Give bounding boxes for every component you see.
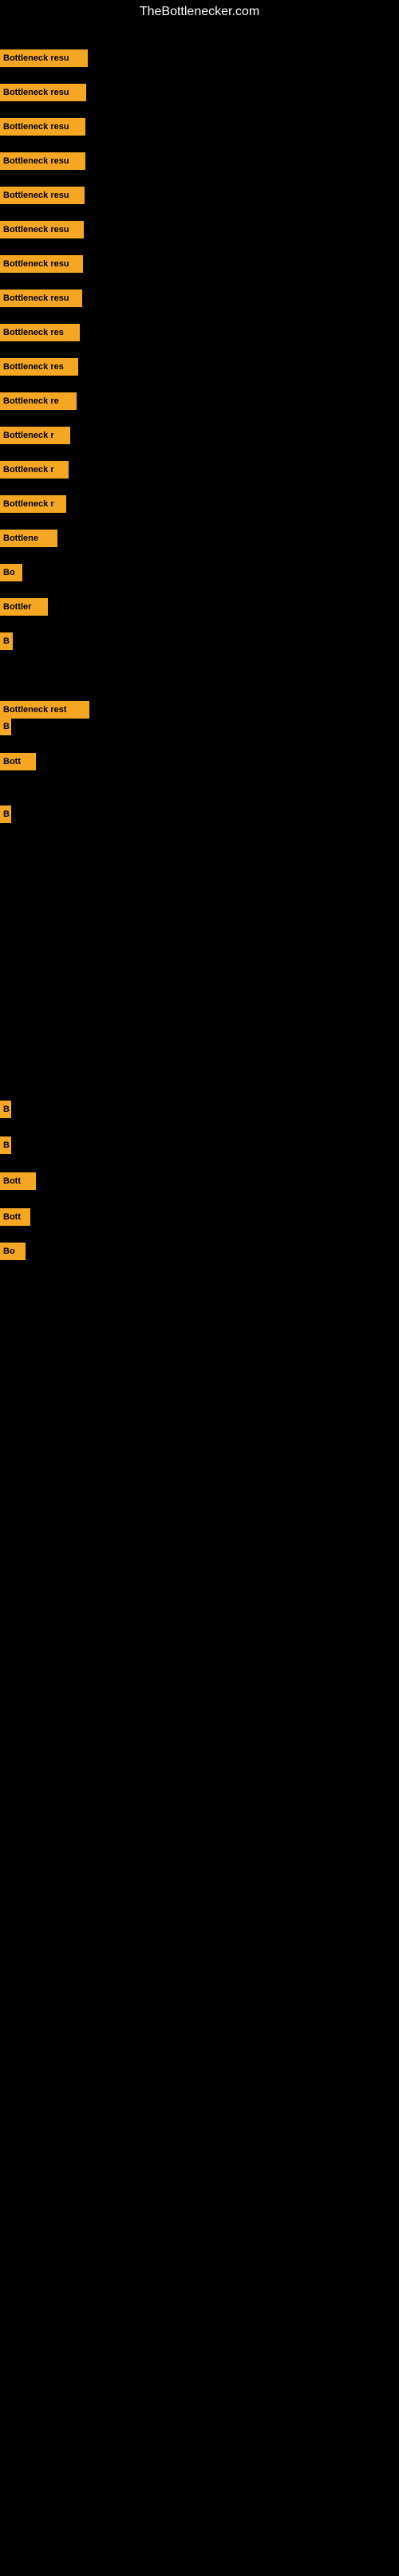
bar-label: Bottleneck resu	[0, 118, 85, 136]
bar-item: Bottlene	[0, 530, 57, 547]
bar-label: Bo	[0, 564, 22, 581]
bar-label: B	[0, 1101, 11, 1118]
bar-label: B	[0, 718, 11, 735]
bar-item: B	[0, 718, 11, 735]
bar-item: B	[0, 632, 13, 650]
site-title: TheBottlenecker.com	[0, 0, 399, 24]
bar-item: Bottleneck r	[0, 495, 66, 513]
bar-item: Bo	[0, 564, 22, 581]
bar-label: Bottleneck resu	[0, 49, 88, 67]
bar-label: Bottleneck resu	[0, 290, 82, 307]
bar-item: Bottleneck resu	[0, 255, 83, 273]
bar-label: B	[0, 632, 13, 650]
bar-label: Bo	[0, 1243, 26, 1260]
bar-item: Bottler	[0, 598, 48, 616]
bar-label: Bottleneck resu	[0, 152, 85, 170]
bar-label: Bott	[0, 1172, 36, 1190]
bar-label: Bott	[0, 1208, 30, 1226]
bar-label: Bott	[0, 753, 36, 770]
bar-item: Bottleneck res	[0, 324, 80, 341]
bar-item: B	[0, 1136, 11, 1154]
bar-item: Bott	[0, 1172, 36, 1190]
bar-item: Bottleneck r	[0, 427, 70, 444]
bar-item: Bottleneck rest	[0, 701, 89, 719]
bar-label: B	[0, 805, 11, 823]
bar-label: Bottleneck r	[0, 427, 70, 444]
bar-item: Bo	[0, 1243, 26, 1260]
bar-item: Bott	[0, 753, 36, 770]
bar-label: Bottleneck r	[0, 495, 66, 513]
bar-item: B	[0, 805, 11, 823]
bar-item: Bottleneck res	[0, 358, 78, 376]
bar-item: Bott	[0, 1208, 30, 1226]
bar-item: Bottleneck resu	[0, 290, 82, 307]
bar-label: Bottleneck r	[0, 461, 69, 479]
bar-item: B	[0, 1101, 11, 1118]
bar-item: Bottleneck re	[0, 392, 77, 410]
bar-label: Bottleneck resu	[0, 221, 84, 238]
bar-item: Bottleneck resu	[0, 152, 85, 170]
bar-label: Bottleneck resu	[0, 187, 85, 204]
bar-item: Bottleneck resu	[0, 118, 85, 136]
bar-item: Bottleneck resu	[0, 49, 88, 67]
bar-label: Bottleneck res	[0, 324, 80, 341]
bar-label: Bottleneck re	[0, 392, 77, 410]
bar-label: Bottlene	[0, 530, 57, 547]
bar-item: Bottleneck r	[0, 461, 69, 479]
bar-item: Bottleneck resu	[0, 221, 84, 238]
bar-label: Bottler	[0, 598, 48, 616]
bar-label: Bottleneck res	[0, 358, 78, 376]
bar-label: Bottleneck rest	[0, 701, 89, 719]
bar-label: Bottleneck resu	[0, 255, 83, 273]
bar-item: Bottleneck resu	[0, 187, 85, 204]
bar-item: Bottleneck resu	[0, 84, 86, 101]
bar-label: Bottleneck resu	[0, 84, 86, 101]
bar-label: B	[0, 1136, 11, 1154]
